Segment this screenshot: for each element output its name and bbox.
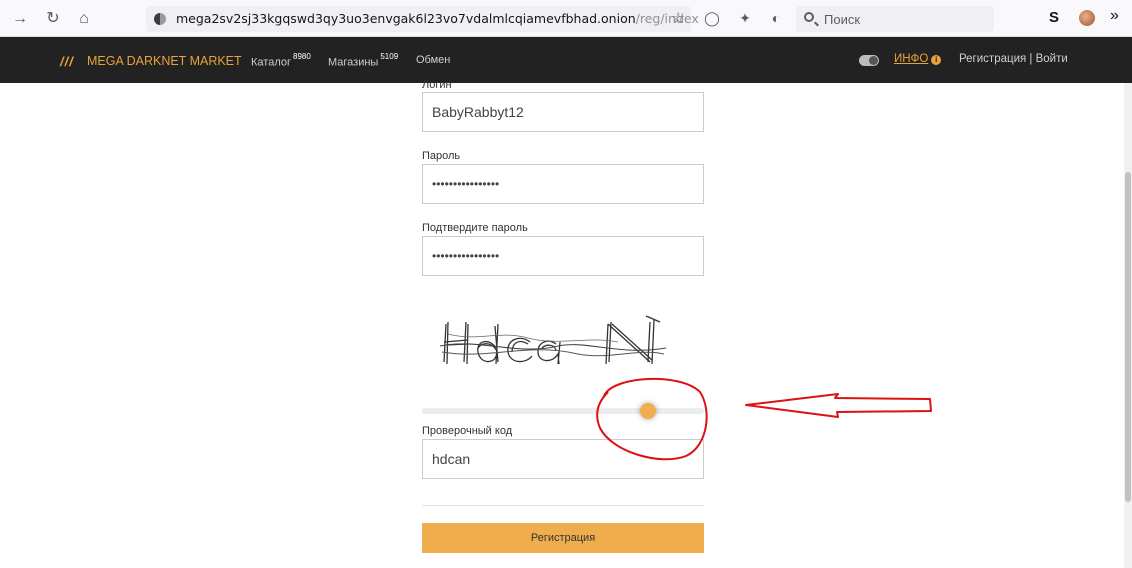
verification-code-input[interactable]	[422, 439, 704, 479]
search-bar[interactable]: Поиск	[796, 6, 994, 32]
verification-code-label: Проверочный код	[422, 425, 513, 437]
theme-toggle[interactable]	[859, 55, 879, 66]
bookmark-star-icon[interactable]: ☆	[672, 9, 685, 27]
profile-avatar-icon[interactable]	[1079, 10, 1095, 26]
url-host: mega2sv2sj33kgqswd3qy3uo3envgak6l23vo7vd…	[176, 11, 636, 26]
confirm-password-label: Подтвердите пароль	[422, 222, 528, 234]
address-bar[interactable]: mega2sv2sj33kgqswd3qy3uo3envgak6l23vo7vd…	[146, 6, 699, 32]
shield-icon[interactable]: ◯	[703, 9, 721, 27]
captcha-slider-handle[interactable]	[640, 403, 657, 419]
nav-shops-count: 5109	[380, 52, 399, 61]
url-path: /reg/index	[635, 11, 699, 26]
reload-icon[interactable]: ↻	[42, 8, 64, 30]
captcha-image	[439, 315, 667, 365]
nav-catalog-link[interactable]: Каталог8980	[251, 52, 311, 69]
register-button[interactable]: Регистрация	[422, 523, 704, 553]
browser-toolbar: → ↻ ⌂ mega2sv2sj33kgqswd3qy3uo3envgak6l2…	[0, 0, 1132, 37]
form-divider	[422, 505, 704, 506]
nav-catalog-label: Каталог	[251, 56, 291, 69]
home-icon[interactable]: ⌂	[73, 8, 95, 30]
nav-catalog-count: 8980	[293, 52, 311, 61]
search-icon	[804, 12, 814, 22]
extension-s-icon[interactable]: S	[1049, 9, 1059, 26]
brand-name[interactable]: MEGA DARKNET MARKET	[87, 54, 242, 68]
tracker-icon[interactable]: ◐	[767, 9, 785, 27]
login-label: Логин	[422, 79, 452, 91]
annotation-arrow	[745, 393, 932, 418]
page-scrollbar-thumb[interactable]	[1125, 172, 1131, 502]
nav-info-link[interactable]: ИНФО i	[894, 53, 942, 65]
login-input[interactable]	[422, 92, 704, 132]
info-icon: i	[931, 55, 942, 65]
overflow-menu-icon[interactable]: »	[1110, 7, 1119, 25]
confirm-password-input[interactable]	[422, 236, 704, 276]
brand-logo-slashes[interactable]: ///	[60, 54, 74, 69]
nav-auth-link[interactable]: Регистрация | Войти	[959, 53, 1068, 65]
search-placeholder: Поиск	[824, 12, 861, 27]
nav-shops-label: Магазины	[328, 56, 379, 69]
url-text[interactable]: mega2sv2sj33kgqswd3qy3uo3envgak6l23vo7vd…	[176, 11, 699, 26]
site-identity-icon[interactable]	[154, 13, 166, 25]
back-arrow-icon[interactable]: →	[9, 8, 31, 30]
extension-icon[interactable]: ✦	[736, 9, 754, 27]
nav-shops-link[interactable]: Магазины5109	[328, 52, 399, 69]
password-input[interactable]	[422, 164, 704, 204]
red-annotation-overlay	[596, 377, 932, 461]
nav-exchange-link[interactable]: Обмен	[416, 54, 450, 66]
captcha-slider-track[interactable]	[422, 408, 704, 414]
site-navbar: /// MEGA DARKNET MARKET Каталог8980 Мага…	[0, 37, 1132, 83]
password-label: Пароль	[422, 150, 461, 162]
nav-info-label: ИНФО	[894, 53, 929, 65]
